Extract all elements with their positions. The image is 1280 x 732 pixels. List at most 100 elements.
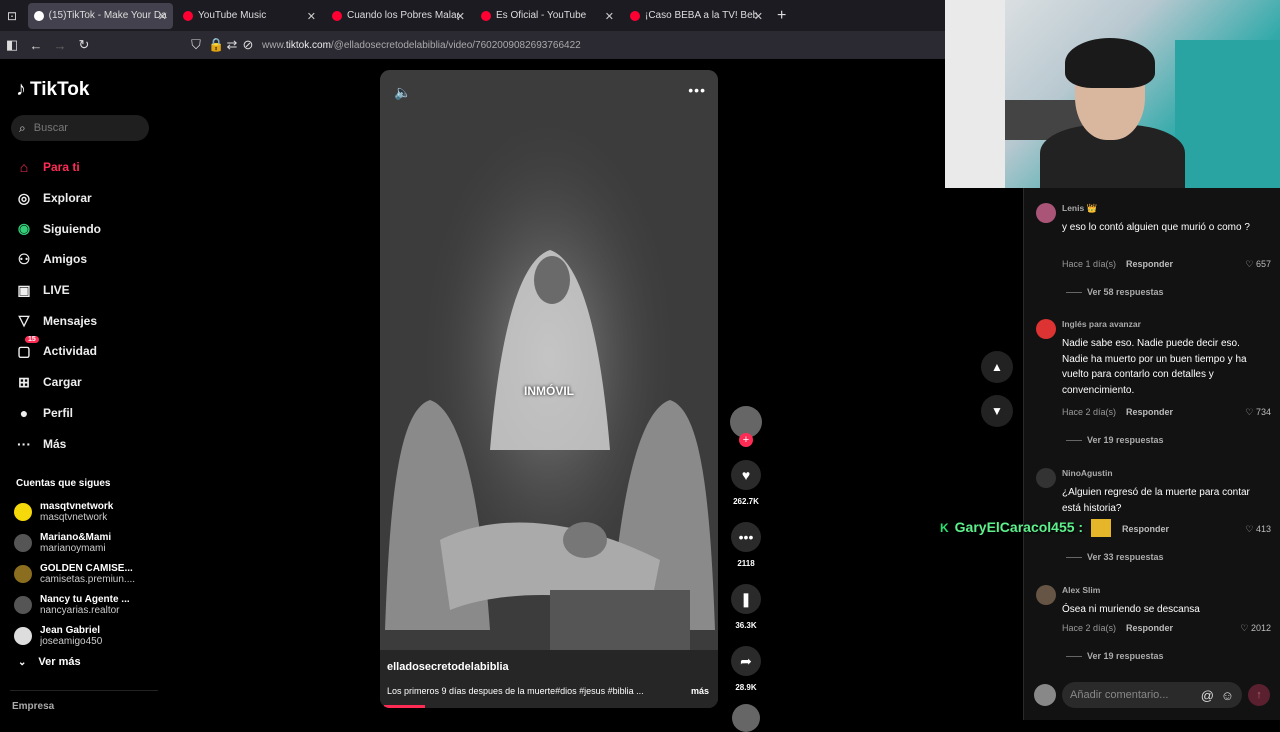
see-more-button[interactable]: ⌄ Ver más (18, 656, 81, 668)
nav-item-amigos[interactable]: ⚇ Amigos (15, 244, 155, 275)
emoji-icon[interactable]: ☺ (1221, 688, 1234, 703)
chat-username: GaryElCaracol455 : (954, 519, 1084, 535)
volume-icon[interactable]: 🔈 (394, 84, 411, 101)
comment-author[interactable]: Inglés para avanzar (1062, 319, 1141, 329)
browser-tab-video-1[interactable]: Cuando los Pobres Malagradec ✕ (326, 3, 471, 29)
following-item[interactable]: GOLDEN CAMISE... camisetas.premiun.... (14, 558, 154, 589)
shield-icon[interactable]: ⛉ (184, 37, 208, 53)
sound-disc-icon[interactable] (732, 704, 760, 732)
comment-likes[interactable]: ♡ 734 (1245, 407, 1271, 418)
blocked-icon[interactable]: ⊘ (240, 37, 256, 53)
comment-input[interactable]: Añadir comentario... @ ☺ (1062, 682, 1242, 708)
mention-icon[interactable]: @ (1201, 688, 1214, 703)
bookmark-icon[interactable]: ❚ (731, 584, 761, 614)
comment-likes[interactable]: ♡ 413 (1245, 524, 1271, 535)
comment-icon[interactable]: ••• (731, 522, 761, 552)
share-action[interactable]: ➦ 28.9K (728, 646, 764, 692)
view-replies-button[interactable]: Ver 33 respuestas (1066, 552, 1164, 562)
nav-item-perfil[interactable]: ● Perfil (15, 398, 155, 429)
following-item[interactable]: Nancy tu Agente ... nancyarias.realtor (14, 589, 154, 620)
emote-icon (1090, 519, 1111, 538)
reply-button[interactable]: Responder (1122, 524, 1169, 534)
comment-action[interactable]: ••• 2118 (728, 522, 764, 568)
following-item[interactable]: Mariano&Mami marianoymami (14, 527, 154, 558)
close-icon[interactable]: ✕ (456, 10, 465, 23)
close-icon[interactable]: ✕ (158, 10, 167, 23)
video-progress-bar[interactable] (384, 705, 425, 708)
creator-avatar[interactable]: + (730, 406, 762, 447)
video-player[interactable]: 🔈 ••• INMÓVIL elladosecretodelabiblia Lo… (380, 70, 718, 708)
heart-icon[interactable]: ♥ (731, 460, 761, 490)
comment-likes[interactable]: ♡ 657 (1245, 259, 1271, 270)
browser-tab-youtube-music[interactable]: YouTube Music ✕ (177, 3, 322, 29)
comment-author[interactable]: Alex Slim (1062, 585, 1100, 595)
more-options-icon[interactable]: ••• (688, 82, 706, 98)
url-text[interactable]: www.tiktok.com/@elladosecretodelabiblia/… (262, 40, 581, 51)
comment-item: Inglés para avanzar Nadie sabe eso. Nadi… (1036, 319, 1276, 459)
back-icon[interactable]: ← (24, 38, 48, 53)
caption-more-button[interactable]: más (691, 686, 709, 696)
following-handle: joseamigo450 (40, 635, 103, 647)
tab-list-icon[interactable]: ⊡ (0, 9, 24, 23)
avatar[interactable] (1036, 319, 1056, 339)
share-icon[interactable]: ➦ (731, 646, 761, 676)
nav-item-explorar[interactable]: ◎ Explorar (15, 183, 155, 214)
avatar[interactable] (1036, 203, 1056, 223)
comment-likes[interactable]: ♡ 2012 (1240, 623, 1271, 634)
reply-button[interactable]: Responder (1126, 259, 1173, 269)
avatar[interactable] (1036, 585, 1056, 605)
address-bar: ◧ ← → ↻ ⛉ 🔒 ⇄ ⊘ www.tiktok.com/@elladose… (0, 31, 945, 59)
nav-item-para-ti[interactable]: ⌂ Para ti (15, 152, 155, 183)
following-item[interactable]: Jean Gabriel joseamigo450 (14, 620, 154, 651)
nav-item-cargar[interactable]: ⊞ Cargar (15, 367, 155, 398)
next-video-button[interactable]: ▼ (981, 395, 1013, 427)
permissions-icon[interactable]: ⇄ (224, 37, 240, 53)
following-item[interactable]: masqtvnetwork masqtvnetwork (14, 496, 154, 527)
main-nav: ⌂ Para ti ◎ Explorar ◉ Siguiendo ⚇ Amigos ▣ L… (15, 152, 155, 459)
see-more-label: Ver más (38, 656, 81, 668)
avatar[interactable] (1036, 468, 1056, 488)
browser-tab-tiktok[interactable]: (15)TikTok - Make Your Day ✕ (28, 2, 173, 29)
comment-count: 2118 (737, 559, 755, 568)
follow-plus-icon[interactable]: + (739, 433, 753, 447)
url-prefix: www. (262, 39, 286, 51)
view-replies-button[interactable]: Ver 19 respuestas (1066, 651, 1164, 661)
close-icon[interactable]: ✕ (307, 10, 316, 23)
send-icon[interactable]: ↑ (1248, 684, 1270, 706)
nav-item-mas[interactable]: ··· Más (15, 428, 155, 459)
company-link[interactable]: Empresa (12, 701, 54, 712)
avatar (14, 533, 32, 552)
profile-icon: ● (19, 404, 29, 421)
save-action[interactable]: ❚ 36.3K (728, 584, 764, 630)
following-name: Jean Gabriel (40, 624, 101, 636)
sidebar-toggle-icon[interactable]: ◧ (0, 37, 24, 53)
forward-icon[interactable]: → (48, 38, 72, 53)
comment-author[interactable]: Lenis 👑 (1062, 203, 1097, 214)
new-tab-icon[interactable]: + (777, 7, 786, 25)
nav-item-actividad[interactable]: ▢ 15 Actividad (15, 336, 155, 367)
comment-author[interactable]: NinoAgustin (1062, 468, 1113, 478)
nav-item-mensajes[interactable]: ▽ Mensajes (15, 305, 155, 336)
view-replies-button[interactable]: Ver 19 respuestas (1066, 435, 1164, 445)
nav-label: LIVE (43, 283, 70, 298)
video-author[interactable]: elladosecretodelabiblia (387, 661, 509, 673)
reply-button[interactable]: Responder (1126, 623, 1173, 633)
close-icon[interactable]: ✕ (754, 10, 763, 23)
nav-label: Actividad (43, 344, 98, 359)
previous-video-button[interactable]: ▲ (981, 351, 1013, 383)
nav-item-live[interactable]: ▣ LIVE (15, 275, 155, 306)
tiktok-logo[interactable]: ♪ TikTok (16, 78, 89, 101)
compass-icon: ◎ (17, 189, 31, 206)
browser-tab-video-2[interactable]: Es Oficial - YouTube ✕ (475, 3, 620, 29)
nav-item-siguiendo[interactable]: ◉ Siguiendo (15, 213, 155, 244)
reply-button[interactable]: Responder (1126, 407, 1173, 417)
close-icon[interactable]: ✕ (605, 10, 614, 23)
like-action[interactable]: ♥ 262.7K (728, 460, 764, 506)
reload-icon[interactable]: ↻ (72, 37, 96, 53)
search-input[interactable]: ⌕ Buscar (11, 115, 149, 141)
browser-tab-bar: ⊡ (15)TikTok - Make Your Day ✕ YouTube M… (0, 0, 945, 31)
share-count: 28.9K (735, 683, 757, 692)
browser-tab-video-3[interactable]: ¡Caso BEBA a la TV! Beb ✕ (624, 3, 769, 29)
view-replies-button[interactable]: Ver 58 respuestas (1066, 287, 1164, 297)
divider (10, 690, 158, 691)
